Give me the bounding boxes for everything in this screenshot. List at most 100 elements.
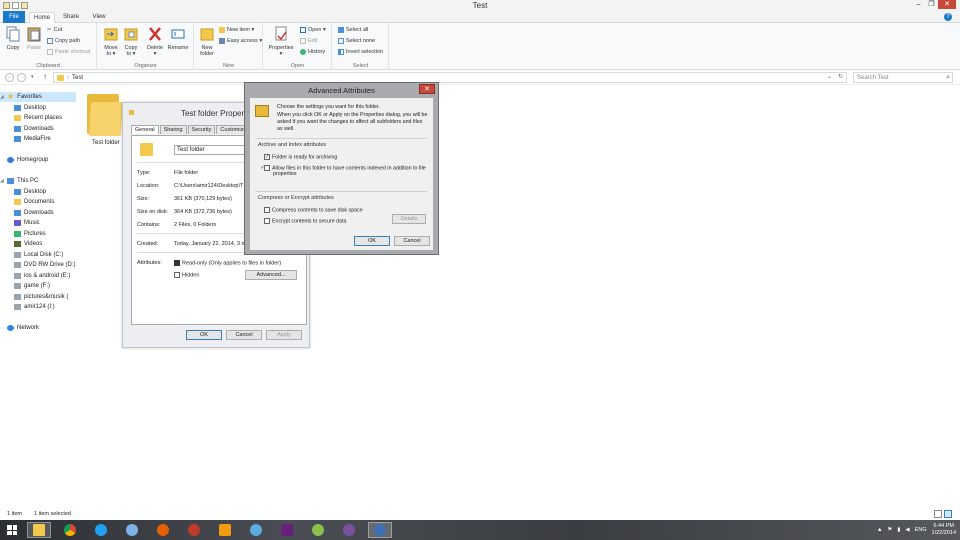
taskbar-app-8[interactable] — [244, 522, 268, 538]
address-field[interactable]: › Test ⌄ ↻ — [53, 72, 847, 83]
rename-button[interactable]: Rename — [166, 26, 190, 51]
new-item-button[interactable]: New item ▾ — [219, 27, 254, 33]
archiving-checkbox[interactable]: ✓ Folder is ready for archiving — [264, 154, 430, 160]
language-indicator[interactable]: ENG — [915, 527, 927, 533]
select-none-button[interactable]: Select none — [338, 38, 375, 44]
tab-view[interactable]: View — [86, 12, 112, 23]
maximize-button[interactable]: ❐ — [925, 0, 938, 9]
paste-shortcut-button[interactable]: Paste shortcut — [47, 49, 90, 55]
compress-check-indicator[interactable] — [264, 207, 270, 213]
search-icon[interactable]: ⌕ — [946, 73, 950, 83]
taskbar-app-6[interactable] — [182, 522, 206, 538]
forward-button[interactable]: → — [17, 73, 26, 82]
copy-to-button[interactable]: Copy to ▾ — [122, 26, 140, 57]
archiving-check-indicator[interactable]: ✓ — [264, 154, 270, 160]
open-button[interactable]: Open ▾ — [300, 27, 326, 33]
large-icons-view-icon[interactable] — [944, 510, 952, 518]
minimize-button[interactable]: – — [912, 0, 925, 9]
tray-expand-icon[interactable]: ▲ — [877, 527, 882, 533]
nav-desktop[interactable]: Desktop — [14, 103, 46, 113]
copy-path-button[interactable]: Copy path — [47, 38, 80, 44]
select-all-button[interactable]: Select all — [338, 27, 368, 33]
nav-game[interactable]: game (F:) — [14, 281, 50, 291]
taskbar-app-12[interactable] — [368, 522, 392, 538]
properties-button[interactable]: Properties ▾ — [267, 26, 295, 57]
apply-button[interactable]: Apply — [266, 330, 302, 340]
indexing-checkbox[interactable]: ✓ Allow files in this folder to have cont… — [260, 165, 430, 177]
taskbar-file-explorer[interactable] — [27, 522, 51, 538]
start-button[interactable] — [0, 522, 24, 538]
expand-arrow-icon[interactable]: ◢ — [0, 178, 4, 184]
nav-recent-places[interactable]: Recent places — [14, 113, 62, 123]
readonly-checkbox[interactable]: Read-only (Only applies to files in fold… — [174, 260, 281, 266]
tab-sharing[interactable]: Sharing — [159, 125, 187, 134]
details-view-icon[interactable] — [934, 510, 942, 518]
invert-selection-button[interactable]: Invert selection — [338, 49, 383, 55]
tab-file[interactable]: File — [3, 11, 25, 23]
hidden-check-indicator[interactable] — [174, 272, 180, 278]
nav-amir124[interactable]: amir124 (I:) — [14, 302, 55, 312]
nav-downloads[interactable]: Downloads — [14, 124, 54, 134]
taskbar-chrome[interactable] — [58, 522, 82, 538]
back-button[interactable]: ← — [5, 73, 14, 82]
indexing-check-indicator[interactable]: ✓ — [260, 165, 270, 171]
test-folder-name[interactable]: Test folder — [92, 140, 120, 146]
nav-pc-downloads[interactable]: Downloads — [14, 208, 54, 218]
nav-network[interactable]: Network — [0, 323, 39, 333]
taskbar-app-4[interactable] — [120, 522, 144, 538]
advanced-ok-button[interactable]: OK — [354, 236, 390, 246]
close-button[interactable]: ✕ — [938, 0, 956, 9]
taskbar-app-10[interactable] — [306, 522, 330, 538]
nav-dvd-drive[interactable]: DVD RW Drive (D:) — [14, 260, 76, 270]
cut-button[interactable]: ✂ Cut — [47, 27, 62, 33]
tab-share[interactable]: Share — [58, 12, 84, 23]
nav-music[interactable]: Music — [14, 218, 40, 228]
tab-home[interactable]: Home — [29, 12, 55, 23]
copy-button[interactable]: Copy — [4, 26, 22, 51]
advanced-close-button[interactable]: ✕ — [419, 84, 435, 94]
paste-button[interactable]: Paste — [25, 26, 43, 51]
nav-mediafire[interactable]: MediaFire — [14, 134, 51, 144]
ok-button[interactable]: OK — [186, 330, 222, 340]
clock[interactable]: 6:44 PM 1/22/2014 — [932, 523, 956, 537]
recent-locations-icon[interactable]: ▾ — [31, 74, 34, 80]
nav-homegroup[interactable]: Homegroup — [0, 155, 48, 165]
tab-security[interactable]: Security — [187, 125, 216, 134]
nav-local-disk[interactable]: Local Disk (C:) — [14, 250, 63, 260]
cancel-button[interactable]: Cancel — [226, 330, 262, 340]
breadcrumb-test[interactable]: Test — [72, 75, 83, 81]
test-folder-icon[interactable] — [87, 90, 124, 138]
nav-pictures[interactable]: Pictures — [14, 229, 46, 239]
search-input[interactable]: Search Test ⌕ — [853, 72, 953, 83]
taskbar-app-7[interactable] — [213, 522, 237, 538]
move-to-button[interactable]: Move to ▾ — [102, 26, 120, 57]
expand-arrow-icon[interactable]: ◢ — [0, 94, 4, 100]
compress-checkbox[interactable]: Compress contents to save disk space — [264, 207, 430, 213]
help-icon[interactable]: ? — [944, 13, 952, 21]
advanced-button[interactable]: Advanced... — [245, 270, 297, 280]
flag-icon[interactable]: ⚑ — [887, 527, 892, 533]
details-button[interactable]: Details — [392, 214, 426, 224]
taskbar-internet-explorer[interactable] — [89, 522, 113, 538]
hidden-checkbox[interactable]: Hidden — [174, 272, 199, 278]
nav-documents[interactable]: Documents — [14, 197, 54, 207]
taskbar-visual-studio[interactable] — [275, 522, 299, 538]
readonly-check-indicator[interactable] — [174, 260, 180, 266]
nav-pc-desktop[interactable]: Desktop — [14, 187, 46, 197]
address-dropdown-icon[interactable]: ⌄ — [827, 73, 832, 80]
nav-favorites[interactable]: ◢ ★ Favorites — [0, 92, 76, 102]
volume-icon[interactable]: ◀ — [905, 527, 909, 533]
nav-pictures-musik[interactable]: pictures&musik ( — [14, 292, 68, 302]
delete-button[interactable]: Delete ▾ — [146, 26, 164, 57]
history-button[interactable]: History — [300, 49, 325, 55]
taskbar-firefox[interactable] — [151, 522, 175, 538]
refresh-icon[interactable]: ↻ — [838, 73, 843, 80]
nav-videos[interactable]: Videos — [14, 239, 42, 249]
up-arrow-icon[interactable]: ↑ — [43, 72, 47, 81]
network-status-icon[interactable]: ▮ — [897, 527, 900, 533]
advanced-cancel-button[interactable]: Cancel — [394, 236, 430, 246]
edit-button[interactable]: Edit — [300, 38, 317, 44]
nav-this-pc[interactable]: ◢ This PC — [0, 176, 38, 186]
easy-access-button[interactable]: Easy access ▾ — [219, 38, 262, 44]
new-folder-button[interactable]: New folder — [198, 26, 216, 57]
